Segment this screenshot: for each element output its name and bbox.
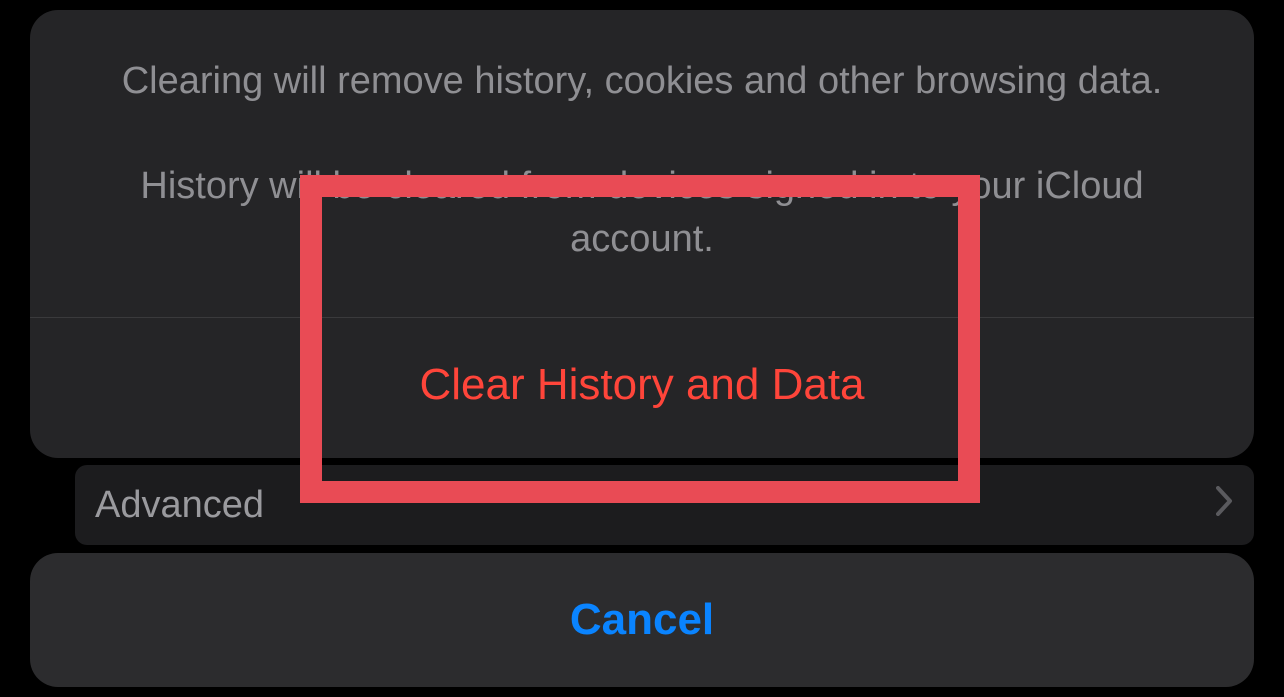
settings-row-label: Advanced [95,484,264,527]
action-sheet-message: Clearing will remove history, cookies an… [30,10,1254,318]
action-sheet-message-line1: Clearing will remove history, cookies an… [75,55,1209,108]
action-sheet-message-line2: History will be cleared from devices sig… [75,160,1209,266]
settings-row-advanced: Advanced [75,465,1254,545]
action-sheet: Clearing will remove history, cookies an… [30,10,1254,458]
chevron-right-icon [1216,486,1234,524]
clear-history-and-data-button[interactable]: Clear History and Data [30,318,1254,458]
cancel-button[interactable]: Cancel [30,553,1254,687]
